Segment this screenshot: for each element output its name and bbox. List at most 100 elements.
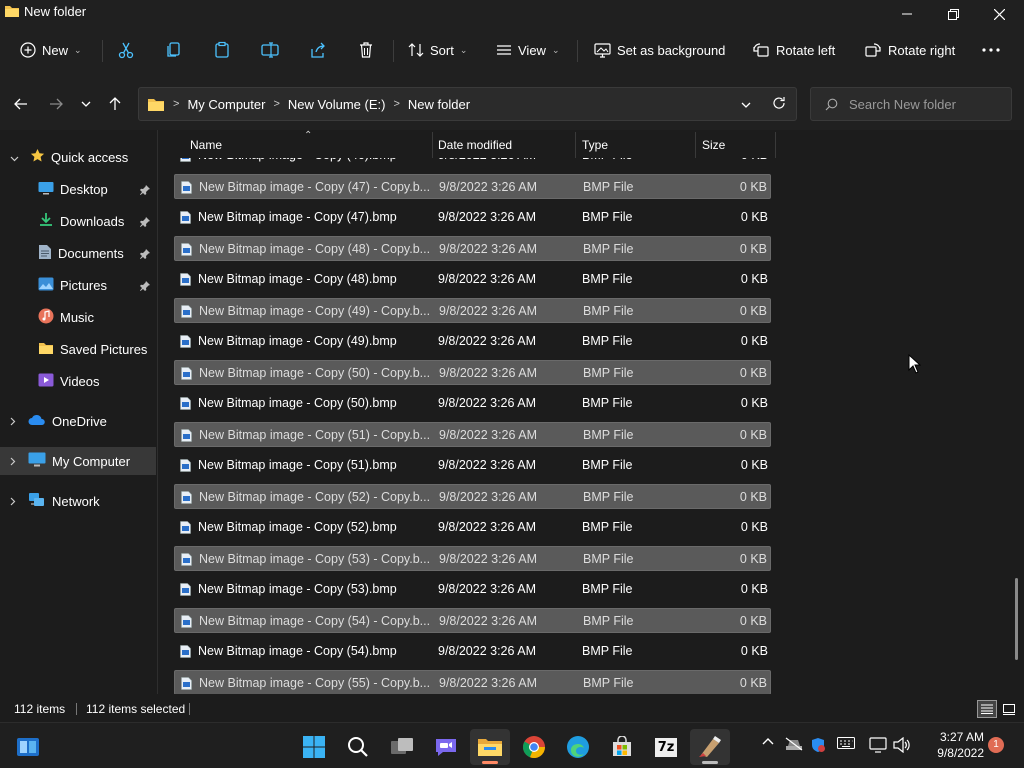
rotate-right-button[interactable]: Rotate right [864, 36, 955, 64]
chrome-taskbar-button[interactable] [514, 729, 554, 765]
breadcrumb-my-computer[interactable]: My Computer [187, 97, 265, 112]
network-tray-icon[interactable] [869, 737, 887, 753]
nav-music[interactable]: Music [0, 303, 156, 331]
nav-downloads[interactable]: Downloads [0, 207, 156, 235]
rotate-left-button[interactable]: Rotate left [752, 36, 835, 64]
column-date-modified[interactable]: Date modified [438, 138, 512, 152]
nav-pictures[interactable]: Pictures [0, 271, 156, 299]
nav-saved-pictures[interactable]: Saved Pictures [0, 335, 156, 363]
nav-desktop[interactable]: Desktop [0, 175, 156, 203]
restore-button[interactable] [930, 0, 976, 28]
recent-locations-button[interactable] [74, 92, 98, 116]
store-taskbar-button[interactable] [602, 729, 642, 765]
file-explorer-taskbar-button[interactable] [470, 729, 510, 765]
file-row[interactable]: New Bitmap image - Copy (50) - Copy.b...… [174, 360, 771, 385]
cut-button[interactable] [117, 36, 135, 64]
notification-badge[interactable]: 1 [988, 737, 1004, 753]
column-divider[interactable] [775, 132, 776, 158]
large-icons-view-button[interactable] [1000, 700, 1018, 718]
nav-network[interactable]: Network [0, 487, 156, 515]
details-view-button[interactable] [977, 700, 997, 718]
file-row[interactable]: New Bitmap image - Copy (50).bmp 9/8/2022… [174, 391, 771, 416]
item-count: 112 items [14, 702, 66, 716]
file-name: New Bitmap image - Copy (47) - Copy.b... [199, 180, 431, 194]
taskbar-clock[interactable]: 3:27 AM 9/8/2022 [922, 729, 984, 761]
start-button[interactable] [294, 729, 334, 765]
close-button[interactable] [976, 0, 1022, 28]
file-row[interactable]: New Bitmap image - Copy (53).bmp 9/8/2022… [174, 577, 771, 602]
column-name[interactable]: Name [190, 138, 222, 152]
paint-taskbar-button[interactable] [690, 729, 730, 765]
file-row[interactable]: New Bitmap image - Copy (52) - Copy.b...… [174, 484, 771, 509]
nav-documents[interactable]: Documents [0, 239, 156, 267]
address-history-dropdown[interactable] [741, 97, 751, 111]
file-row[interactable]: New Bitmap image - Copy (54) - Copy.b...… [174, 608, 771, 633]
file-row[interactable]: New Bitmap image - Copy (47).bmp 9/8/2022… [174, 205, 771, 230]
task-view-widget-button[interactable] [8, 729, 48, 765]
search-box[interactable] [810, 87, 1012, 121]
delete-button[interactable] [357, 36, 375, 64]
show-hidden-icons-button[interactable] [762, 737, 774, 745]
see-more-button[interactable] [982, 36, 1000, 64]
bmp-file-icon [180, 459, 191, 475]
7zip-taskbar-button[interactable]: 7z [646, 729, 686, 765]
search-taskbar-button[interactable] [338, 729, 378, 765]
file-row[interactable]: New Bitmap image - Copy (48) - Copy.b...… [174, 236, 771, 261]
bmp-file-icon [180, 645, 191, 661]
column-divider[interactable] [432, 132, 433, 158]
file-row[interactable]: New Bitmap image - Copy (49) - Copy.b...… [174, 298, 771, 323]
file-row[interactable]: New Bitmap image - Copy (51) - Copy.b...… [174, 422, 771, 447]
nav-my-computer[interactable]: My Computer [0, 447, 156, 475]
file-row[interactable]: New Bitmap image - Copy (51).bmp 9/8/2022… [174, 453, 771, 478]
new-button[interactable]: New ⌄ [20, 36, 82, 64]
column-size[interactable]: Size [702, 138, 725, 152]
file-size: 0 KB [739, 676, 767, 690]
up-button[interactable] [103, 92, 127, 116]
column-type[interactable]: Type [582, 138, 608, 152]
teams-chat-button[interactable] [426, 729, 466, 765]
vertical-scrollbar-thumb[interactable] [1015, 578, 1018, 660]
refresh-button[interactable] [772, 96, 786, 113]
security-tray-icon[interactable] [810, 737, 826, 753]
view-button[interactable]: View ⌄ [496, 36, 560, 64]
store-icon [613, 736, 631, 756]
file-row[interactable]: New Bitmap image - Copy (52).bmp 9/8/2022… [174, 515, 771, 540]
rename-button[interactable] [261, 36, 279, 64]
set-as-background-button[interactable]: Set as background [594, 36, 725, 64]
file-row[interactable]: New Bitmap image - Copy (49).bmp 9/8/2022… [174, 329, 771, 354]
file-row[interactable]: New Bitmap image - Copy (55) - Copy.b...… [174, 670, 771, 694]
back-button[interactable] [9, 92, 33, 116]
edge-taskbar-button[interactable] [558, 729, 598, 765]
breadcrumb: > My Computer > New Volume (E:) > New fo… [147, 88, 470, 120]
file-date: 9/8/2022 3:26 AM [439, 552, 537, 566]
nav-videos[interactable]: Videos [0, 367, 156, 395]
file-row[interactable]: New Bitmap image - Copy (47) - Copy.b...… [174, 174, 771, 199]
file-row[interactable]: New Bitmap image - Copy (48).bmp 9/8/2022… [174, 267, 771, 292]
network-monitor-icon [869, 737, 887, 753]
volume-tray-icon[interactable] [893, 737, 911, 753]
file-size: 0 KB [740, 458, 768, 472]
forward-button[interactable] [44, 92, 68, 116]
keyboard-tray-icon[interactable] [837, 737, 855, 749]
file-type: BMP File [583, 428, 634, 442]
nav-quick-access[interactable]: Quick access [0, 143, 156, 171]
chevron-up-icon [762, 738, 774, 745]
breadcrumb-new-folder[interactable]: New folder [408, 97, 470, 112]
nav-onedrive[interactable]: OneDrive [0, 407, 156, 435]
bmp-file-icon [181, 243, 192, 259]
paste-button[interactable] [213, 36, 231, 64]
column-divider[interactable] [575, 132, 576, 158]
breadcrumb-new-volume[interactable]: New Volume (E:) [288, 97, 386, 112]
file-row[interactable]: New Bitmap image - Copy (53) - Copy.b...… [174, 546, 771, 571]
search-input[interactable] [849, 95, 1004, 113]
address-bar[interactable]: > My Computer > New Volume (E:) > New fo… [138, 87, 797, 121]
copy-button[interactable] [165, 36, 183, 64]
share-button[interactable] [309, 36, 327, 64]
usb-drive-tray-icon[interactable] [785, 737, 803, 751]
file-row[interactable]: New Bitmap image - Copy (54).bmp 9/8/2022… [174, 639, 771, 664]
chevron-down-icon [10, 150, 20, 165]
column-divider[interactable] [695, 132, 696, 158]
minimize-button[interactable] [884, 0, 930, 28]
task-view-button[interactable] [382, 729, 422, 765]
sort-button[interactable]: Sort ⌄ [408, 36, 467, 64]
